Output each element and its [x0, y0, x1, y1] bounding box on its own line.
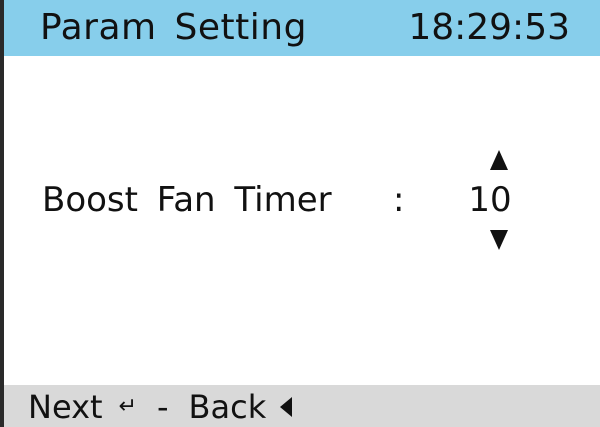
footer-separator: -	[156, 388, 169, 426]
next-button[interactable]: Next	[28, 387, 103, 427]
parameter-row: Boost Fan Timer : 10	[0, 140, 600, 260]
enter-icon: ↵	[118, 394, 137, 419]
increment-arrow-icon[interactable]	[490, 150, 508, 170]
title-bar: Param Setting 18:29:53	[0, 0, 600, 56]
parameter-value[interactable]: 10	[454, 178, 526, 222]
screen-title: Param Setting	[40, 7, 307, 48]
back-button[interactable]: Back	[189, 387, 267, 427]
param-setting-screen: Param Setting 18:29:53 Boost Fan Timer :…	[0, 0, 600, 427]
back-triangle-icon	[280, 397, 293, 417]
parameter-colon: :	[393, 180, 405, 220]
decrement-arrow-icon[interactable]	[490, 230, 508, 250]
footer-hints: Next ↵ - Back	[28, 387, 293, 427]
clock: 18:29:53	[408, 7, 570, 48]
parameter-label: Boost Fan Timer	[42, 180, 332, 220]
footer-bar: Next ↵ - Back	[0, 385, 600, 427]
